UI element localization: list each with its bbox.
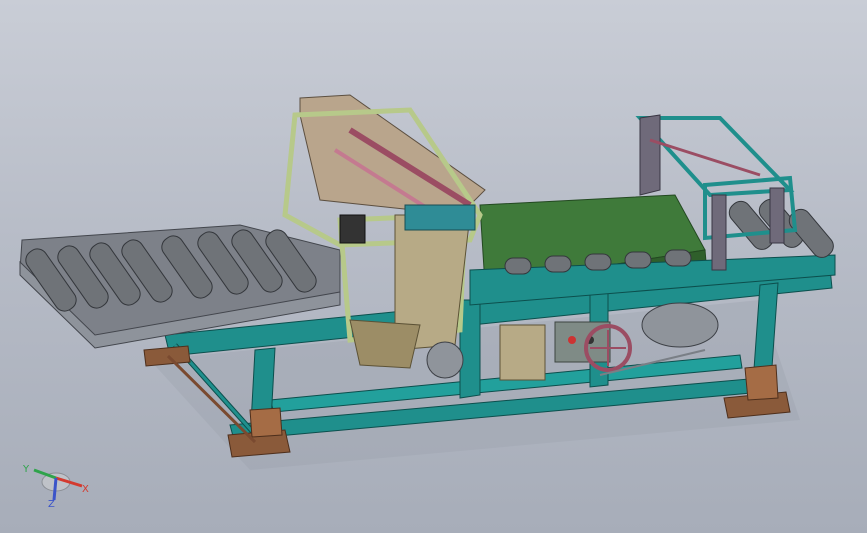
machine-model[interactable]	[0, 0, 867, 533]
graphics-viewport[interactable]: X Y Z	[0, 0, 867, 533]
press-motor	[426, 341, 464, 379]
drive-motor	[641, 302, 719, 348]
control-button[interactable]	[568, 336, 576, 344]
